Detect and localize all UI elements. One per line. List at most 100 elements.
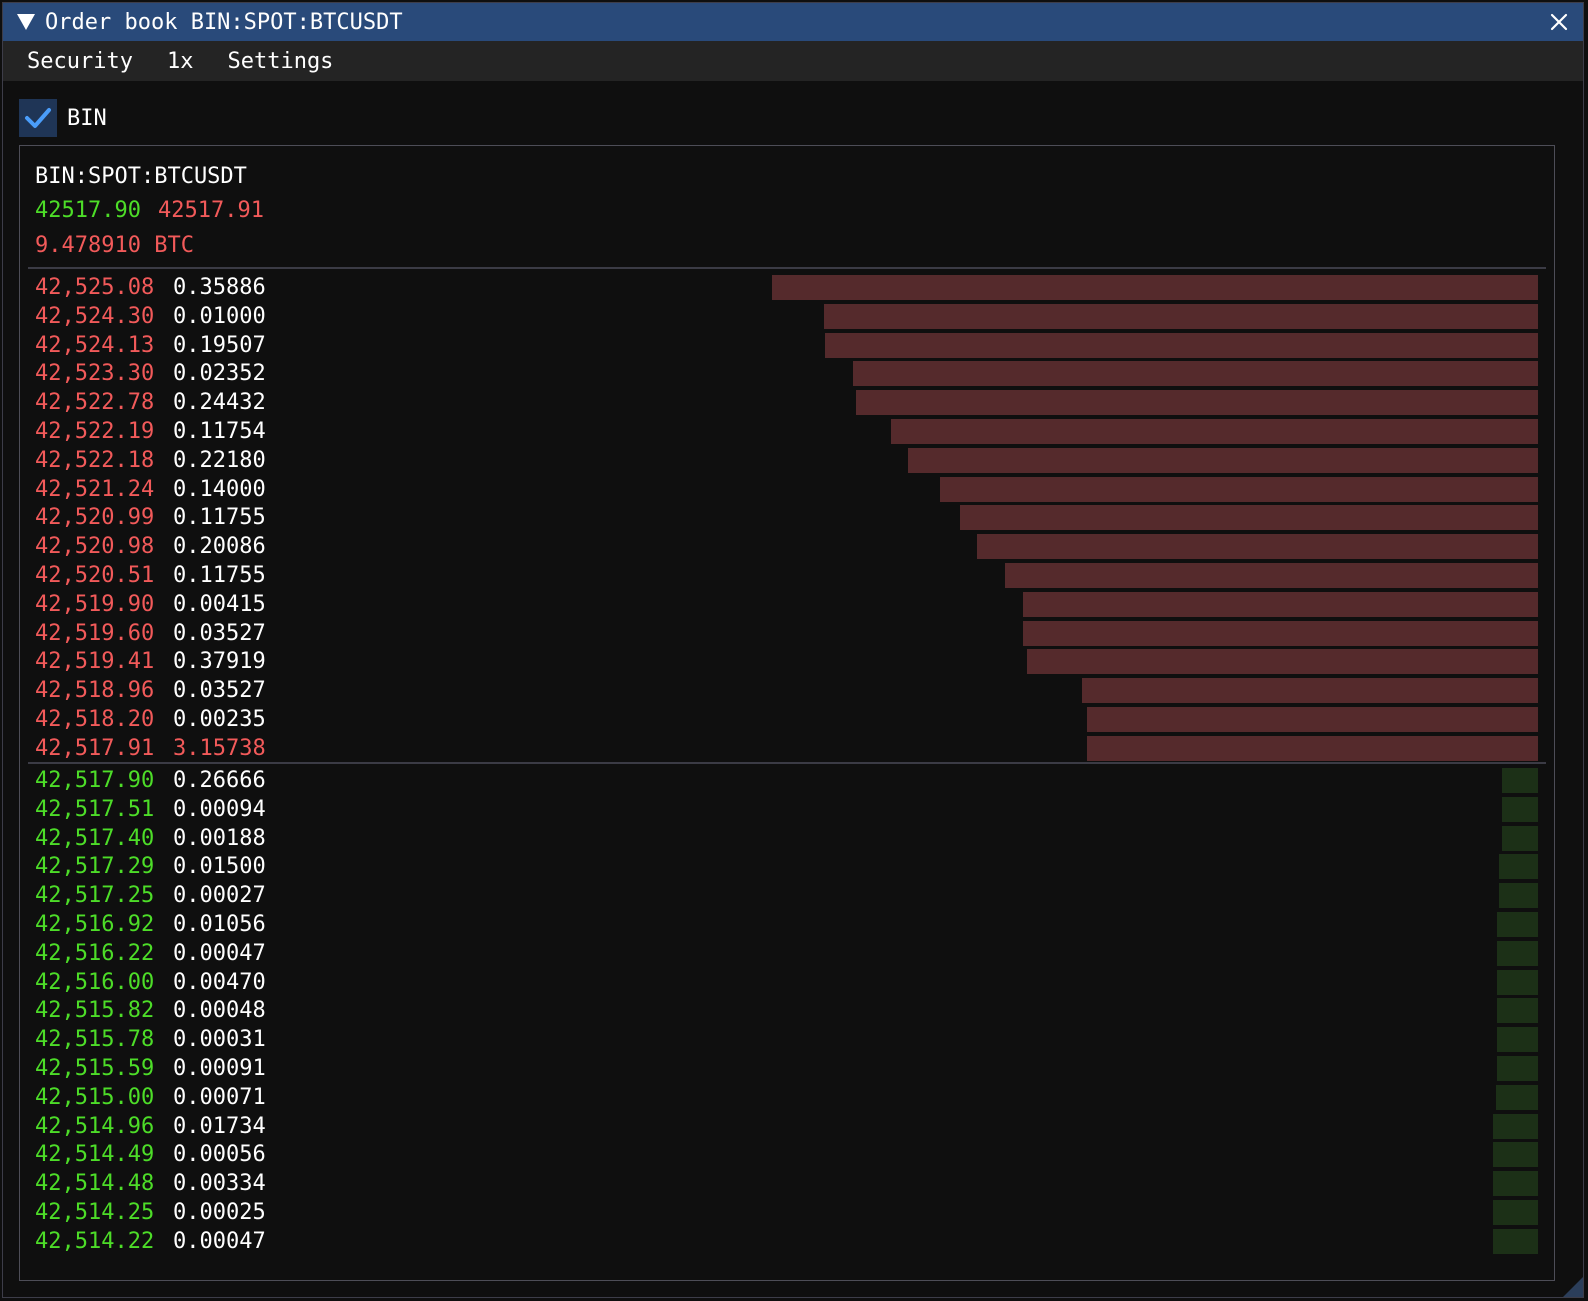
price-cell: 42,522.19 [35,419,155,444]
ask-row: 42,520.99 0.11755 [20,504,1554,531]
bid-depth-bar [1497,969,1538,995]
ask-depth-bar [856,390,1538,416]
best-ask: 42517.91 [158,198,264,223]
window-title: Order book BIN:SPOT:BTCUSDT [45,9,403,35]
ask-depth-bar [1023,620,1538,646]
symbol-label: BIN:SPOT:BTCUSDT [35,164,247,189]
quantity-cell: 0.24432 [173,390,266,416]
exchange-toggle[interactable]: BIN [19,99,107,137]
quantity-cell: 0.01000 [173,303,266,329]
bid-depth-bar [1502,796,1538,822]
bid-row: 42,516.00 0.00470 [20,969,1554,996]
price-cell: 42,517.25 [35,883,155,909]
quantity-cell: 0.00071 [173,1084,266,1110]
checkmark-icon [25,108,51,128]
ask-row: 42,520.98 0.20086 [20,533,1554,560]
quantity-cell: 0.00470 [173,969,266,995]
price-cell: 42,520.98 [35,534,155,560]
bid-row: 42,514.96 0.01734 [20,1113,1554,1140]
bid-depth-bar [1502,825,1538,851]
ask-depth-bar [1023,591,1538,617]
quantity-cell: 0.35886 [173,275,266,300]
bid-row: 42,517.25 0.00027 [20,882,1554,909]
ask-row: 42,524.30 0.01000 [20,303,1554,330]
price-cell: 42,518.96 [35,678,155,704]
quantity-cell: 0.03527 [173,620,266,646]
ask-depth-bar [1005,563,1538,588]
menu-zoom[interactable]: 1x [150,49,211,74]
quantity-cell: 0.00235 [173,707,266,732]
price-cell: 42,516.22 [35,940,155,966]
quantity-cell: 0.00047 [173,1228,266,1254]
quantity-cell: 0.14000 [173,476,266,502]
bid-row: 42,514.49 0.00056 [20,1141,1554,1168]
collapse-triangle-icon[interactable] [15,11,37,33]
order-book-panel[interactable]: BIN:SPOT:BTCUSDT 42517.90 42517.91 9.478… [19,145,1555,1281]
ask-row: 42,518.20 0.00235 [20,706,1554,733]
bid-row: 42,514.48 0.00334 [20,1170,1554,1197]
volume-label: 9.478910 BTC [35,233,194,258]
menu-settings[interactable]: Settings [210,49,350,74]
ask-row: 42,524.13 0.19507 [20,332,1554,359]
quantity-cell: 0.19507 [173,332,266,358]
bid-row: 42,514.25 0.00025 [20,1199,1554,1226]
ask-depth-bar [824,303,1538,329]
price-cell: 42,519.41 [35,649,155,675]
ask-row: 42,522.78 0.24432 [20,389,1554,416]
price-cell: 42,514.25 [35,1200,155,1225]
best-bid: 42517.90 [35,198,141,223]
ask-depth-bar [1087,735,1538,761]
price-cell: 42,520.51 [35,563,155,588]
quantity-cell: 0.00091 [173,1056,266,1081]
price-cell: 42,515.00 [35,1084,155,1110]
ask-depth-bar [908,447,1538,473]
bid-depth-bar [1497,912,1538,937]
order-book-window: Order book BIN:SPOT:BTCUSDT Security 1x … [2,2,1584,1298]
quantity-cell: 0.00031 [173,1027,266,1053]
spread-separator [28,762,1546,764]
quantity-cell: 0.01500 [173,854,266,880]
ask-row: 42,520.51 0.11755 [20,562,1554,589]
ask-depth-bar [1027,649,1538,675]
header-separator [28,267,1546,269]
quantity-cell: 0.03527 [173,678,266,704]
menu-bar: Security 1x Settings [3,41,1583,81]
price-cell: 42,515.59 [35,1056,155,1081]
quantity-cell: 0.22180 [173,447,266,473]
ask-depth-bar [1087,707,1538,732]
quantity-cell: 0.00188 [173,825,266,851]
bid-depth-bar [1493,1171,1538,1197]
ask-row: 42,522.19 0.11754 [20,418,1554,445]
quantity-cell: 0.00056 [173,1142,266,1168]
bid-row: 42,517.51 0.00094 [20,796,1554,823]
quantity-cell: 0.01056 [173,912,266,937]
quantity-cell: 0.02352 [173,361,266,387]
price-cell: 42,514.96 [35,1113,155,1139]
resize-grip[interactable] [1563,1277,1583,1297]
bid-depth-bar [1497,1027,1538,1053]
ask-depth-bar [772,275,1538,300]
price-cell: 42,522.18 [35,447,155,473]
bid-depth-bar [1502,768,1538,793]
bid-depth-bar [1499,854,1538,880]
bid-row: 42,517.90 0.26666 [20,767,1554,794]
bin-checkbox-label: BIN [67,105,107,131]
price-cell: 42,516.92 [35,912,155,937]
bid-row: 42,515.59 0.00091 [20,1055,1554,1082]
title-bar[interactable]: Order book BIN:SPOT:BTCUSDT [3,3,1583,41]
price-cell: 42,519.90 [35,591,155,617]
price-cell: 42,517.90 [35,768,155,793]
close-icon[interactable] [1545,8,1573,36]
ask-row: 42,519.90 0.00415 [20,591,1554,618]
price-cell: 42,515.78 [35,1027,155,1053]
bid-row: 42,515.78 0.00031 [20,1026,1554,1053]
menu-security[interactable]: Security [3,49,150,74]
bid-depth-bar [1493,1200,1538,1225]
bid-row: 42,515.82 0.00048 [20,997,1554,1024]
ask-row: 42,525.08 0.35886 [20,274,1554,301]
price-cell: 42,521.24 [35,476,155,502]
price-cell: 42,524.13 [35,332,155,358]
quantity-cell: 0.20086 [173,534,266,560]
bin-checkbox[interactable] [19,99,57,137]
bid-depth-bar [1493,1113,1538,1139]
